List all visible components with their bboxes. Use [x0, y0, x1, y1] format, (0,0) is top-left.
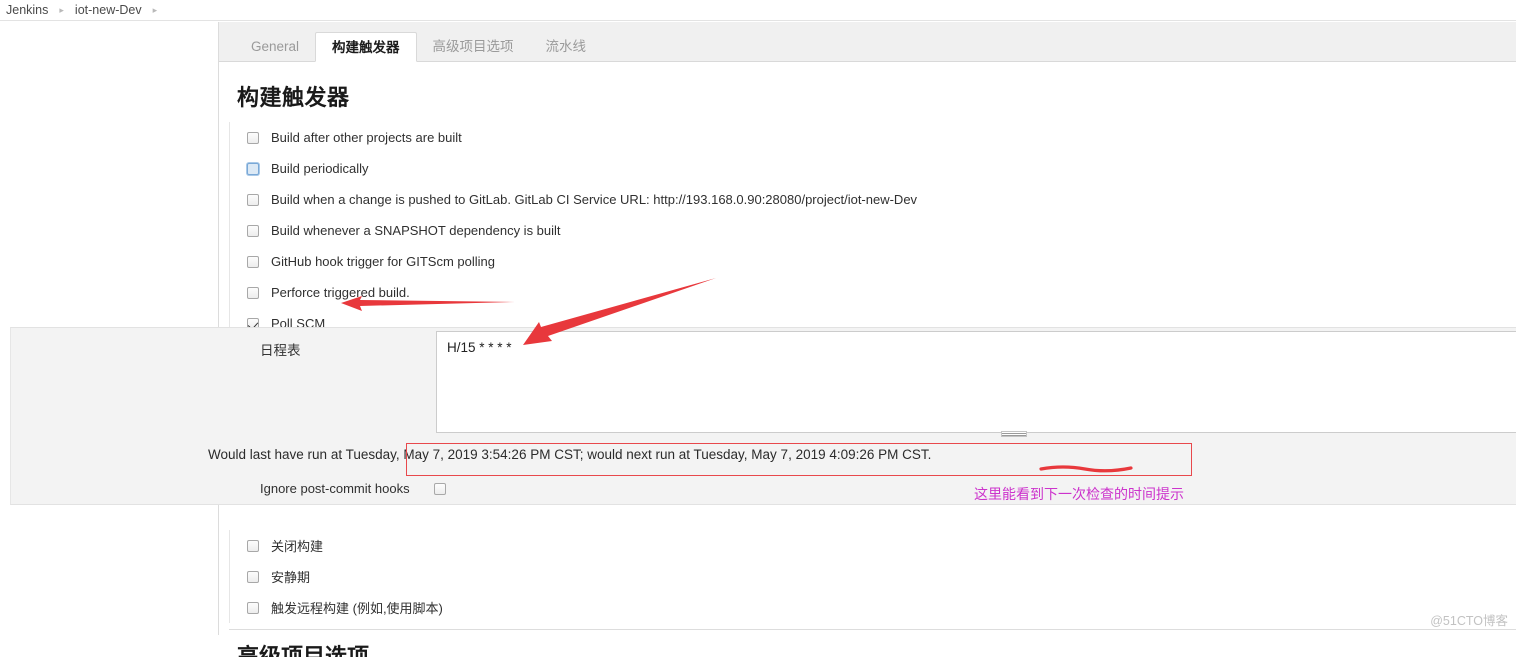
option-label: 触发远程构建 (例如,使用脚本): [271, 601, 443, 616]
page-title: 构建触发器: [237, 85, 350, 110]
trigger-label: Build after other projects are built: [271, 130, 462, 145]
trigger-label: Build periodically: [271, 161, 369, 176]
checkbox-disable-build[interactable]: [247, 539, 259, 552]
checkbox-gitlab-push[interactable]: [247, 193, 259, 206]
option-label: 安静期: [271, 570, 311, 585]
trigger-label: Perforce triggered build.: [271, 285, 410, 300]
tab-pipeline[interactable]: 流水线: [530, 32, 603, 62]
trigger-row-build-periodically[interactable]: Build periodically: [230, 153, 1516, 184]
ignore-post-commit-hooks-label: Ignore post-commit hooks: [260, 481, 410, 496]
config-tab-bar: General 构建触发器 高级项目选项 流水线: [219, 22, 1516, 62]
schedule-validation-message: Would last have run at Tuesday, May 7, 2…: [208, 447, 932, 462]
tab-build-triggers[interactable]: 构建触发器: [315, 32, 417, 62]
trigger-row-build-after-other-projects[interactable]: Build after other projects are built: [230, 122, 1516, 153]
option-label: 关闭构建: [271, 539, 324, 554]
option-row-disable-build[interactable]: 关闭构建: [230, 530, 1516, 561]
checkbox-build-periodically[interactable]: [247, 162, 259, 175]
option-row-remote-trigger[interactable]: 触发远程构建 (例如,使用脚本): [230, 592, 1516, 623]
breadcrumb: Jenkins ▸ iot-new-Dev ▸: [0, 0, 1516, 21]
watermark: @51CTO博客: [1430, 614, 1508, 628]
option-row-quiet-period[interactable]: 安静期: [230, 561, 1516, 592]
textarea-resize-handle[interactable]: [1001, 431, 1027, 437]
checkbox-ignore-post-commit-hooks[interactable]: [433, 482, 446, 495]
schedule-field-label: 日程表: [260, 343, 301, 358]
breadcrumb-separator-icon: ▸: [59, 4, 64, 15]
trigger-row-snapshot-dependency[interactable]: Build whenever a SNAPSHOT dependency is …: [230, 215, 1516, 246]
trigger-row-github-hook[interactable]: GitHub hook trigger for GITScm polling: [230, 246, 1516, 277]
breadcrumb-item-project[interactable]: iot-new-Dev: [75, 3, 142, 17]
trigger-label: GitHub hook trigger for GITScm polling: [271, 254, 495, 269]
checkbox-perforce[interactable]: [247, 286, 259, 299]
checkbox-remote-trigger[interactable]: [247, 601, 259, 614]
schedule-input[interactable]: [436, 331, 1516, 433]
checkbox-quiet-period[interactable]: [247, 570, 259, 583]
trigger-label: Build whenever a SNAPSHOT dependency is …: [271, 223, 561, 238]
trigger-label: Build when a change is pushed to GitLab.…: [271, 192, 918, 207]
tab-general[interactable]: General: [235, 32, 315, 62]
poll-scm-settings-panel: 日程表 Would last have run at Tuesday, May …: [10, 327, 1516, 505]
trigger-row-gitlab-push[interactable]: Build when a change is pushed to GitLab.…: [230, 184, 1516, 215]
checkbox-github-hook[interactable]: [247, 255, 259, 268]
build-triggers-list: Build after other projects are built Bui…: [229, 122, 1516, 339]
section-divider: [229, 629, 1516, 630]
breadcrumb-item-jenkins[interactable]: Jenkins: [6, 3, 48, 17]
tab-advanced-project-options[interactable]: 高级项目选项: [417, 32, 530, 62]
checkbox-build-after-other-projects[interactable]: [247, 131, 259, 144]
lower-options-list: 关闭构建 安静期 触发远程构建 (例如,使用脚本): [229, 530, 1516, 623]
next-section-title: 高级项目选项: [237, 644, 370, 657]
ignore-post-commit-hooks-row[interactable]: Ignore post-commit hooks: [260, 481, 446, 496]
breadcrumb-trailing-separator-icon: ▸: [152, 4, 158, 15]
checkbox-snapshot-dependency[interactable]: [247, 224, 259, 237]
trigger-row-perforce[interactable]: Perforce triggered build.: [230, 277, 1516, 308]
